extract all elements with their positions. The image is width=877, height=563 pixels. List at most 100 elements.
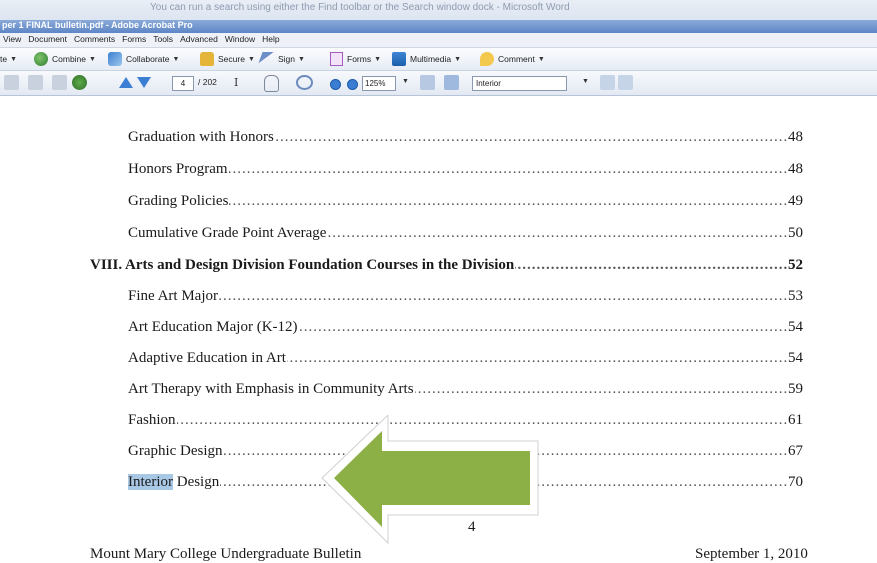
toc-entry-page: 53 bbox=[787, 288, 803, 305]
select-tool-icon[interactable]: I bbox=[234, 76, 238, 89]
chevron-down-icon[interactable]: ▼ bbox=[582, 78, 589, 85]
toc-entry-label: Art Therapy with Emphasis in Community A… bbox=[128, 381, 415, 398]
next-page-icon[interactable] bbox=[137, 77, 151, 88]
toc-entry[interactable]: ........................................… bbox=[128, 129, 803, 151]
toc-entry-page: 48 bbox=[787, 161, 803, 178]
find-previous-icon[interactable] bbox=[600, 75, 615, 90]
multimedia-label: Multimedia bbox=[410, 54, 452, 64]
page-number-input[interactable]: 4 bbox=[172, 76, 194, 91]
comment-bubble-icon bbox=[480, 52, 494, 66]
menu-tools[interactable]: Tools bbox=[150, 33, 177, 44]
combine-icon bbox=[34, 52, 48, 66]
menu-forms[interactable]: Forms bbox=[119, 33, 150, 44]
zoom-tool-icon[interactable] bbox=[296, 75, 313, 90]
film-icon bbox=[392, 52, 406, 66]
sign-button[interactable]: Sign ▼ bbox=[257, 51, 305, 67]
zoom-level-select[interactable]: 125% bbox=[362, 76, 396, 91]
toc-entry-page: 54 bbox=[787, 319, 803, 336]
toc-entry[interactable]: ........................................… bbox=[128, 288, 803, 310]
toc-entry-page: 61 bbox=[787, 412, 803, 429]
toc-entry-label: Graphic Design bbox=[128, 443, 224, 460]
secure-button[interactable]: Secure ▼ bbox=[200, 51, 255, 67]
lock-icon bbox=[200, 52, 214, 66]
comment-button[interactable]: Comment ▼ bbox=[480, 51, 545, 67]
form-icon bbox=[330, 52, 343, 66]
toc-entry-page: 50 bbox=[787, 225, 803, 242]
footer-title: Mount Mary College Undergraduate Bulleti… bbox=[90, 546, 362, 562]
print-icon[interactable] bbox=[4, 75, 19, 90]
zoom-out-icon[interactable] bbox=[330, 79, 341, 90]
collaborate-icon bbox=[108, 52, 122, 66]
footer-date: September 1, 2010 bbox=[695, 546, 808, 562]
toc-entry-page: 48 bbox=[787, 129, 803, 146]
toc-entry-label: Honors Program bbox=[128, 161, 229, 178]
chevron-down-icon: ▼ bbox=[537, 55, 545, 63]
window-titlebar[interactable]: per 1 FINAL bulletin.pdf - Adobe Acrobat… bbox=[0, 20, 877, 33]
toc-entry-label: Art Education Major (K-12) bbox=[128, 319, 299, 336]
toc-entry-label: Graduation with Honors bbox=[128, 129, 275, 146]
toc-entry-label: Fine Art Major bbox=[128, 288, 219, 305]
find-input[interactable]: Interior bbox=[472, 76, 567, 91]
menu-view[interactable]: View bbox=[0, 33, 25, 44]
secure-label: Secure bbox=[218, 54, 245, 64]
toc-section-heading[interactable]: ........................................… bbox=[90, 257, 803, 279]
background-window-titlebar: You can run a search using either the Fi… bbox=[0, 0, 877, 20]
navigation-toolbar: 4 / 202 I 125% ▼ Interior ▼ bbox=[0, 71, 877, 96]
search-highlight: Interior bbox=[128, 474, 173, 490]
zoom-in-icon[interactable] bbox=[347, 79, 358, 90]
sign-label: Sign bbox=[278, 54, 296, 64]
combine-label: Combine bbox=[52, 54, 87, 64]
fit-width-icon[interactable] bbox=[444, 75, 459, 90]
annotation-arrow bbox=[321, 415, 539, 545]
toc-entry[interactable]: ........................................… bbox=[128, 381, 803, 403]
chevron-down-icon: ▼ bbox=[172, 55, 180, 63]
chevron-down-icon: ▼ bbox=[10, 55, 18, 63]
chevron-down-icon: ▼ bbox=[454, 55, 462, 63]
toc-entry-page: 70 bbox=[787, 474, 803, 491]
email-icon[interactable] bbox=[52, 75, 67, 90]
toc-entry-label: VIII. Arts and Design Division Foundatio… bbox=[90, 257, 516, 274]
toc-entry-page: 67 bbox=[787, 443, 803, 460]
toc-entry-label: Grading Policies bbox=[128, 193, 230, 210]
toc-entry-page: 52 bbox=[787, 257, 803, 274]
pen-icon bbox=[257, 52, 277, 66]
menu-document[interactable]: Document bbox=[25, 33, 71, 44]
toc-entry[interactable]: ........................................… bbox=[128, 161, 803, 183]
collaborate-label: Collaborate bbox=[126, 54, 170, 64]
collaborate-button[interactable]: Collaborate ▼ bbox=[108, 51, 179, 67]
toc-entry-page: 49 bbox=[787, 193, 803, 210]
toc-entry-label: Adaptive Education in Art bbox=[128, 350, 287, 367]
toc-entry-label: Cumulative Grade Point Average bbox=[128, 225, 328, 242]
create-label: te bbox=[0, 54, 8, 64]
find-next-icon[interactable] bbox=[618, 75, 633, 90]
create-button[interactable]: te ▼ bbox=[0, 51, 17, 67]
tasks-toolbar: te ▼ Combine ▼ Collaborate ▼ Secure ▼ Si… bbox=[0, 48, 877, 71]
save-icon[interactable] bbox=[28, 75, 43, 90]
forms-label: Forms bbox=[347, 54, 372, 64]
globe-icon[interactable] bbox=[72, 75, 87, 90]
chevron-down-icon: ▼ bbox=[89, 55, 96, 63]
comment-label: Comment bbox=[498, 54, 535, 64]
menu-help[interactable]: Help bbox=[259, 33, 283, 44]
toc-entry-label: Fashion bbox=[128, 412, 177, 429]
toc-entry-page: 54 bbox=[787, 350, 803, 367]
toc-entry[interactable]: ........................................… bbox=[128, 350, 803, 372]
hand-tool-icon[interactable] bbox=[264, 75, 279, 92]
toc-entry[interactable]: ........................................… bbox=[128, 225, 803, 247]
chevron-down-icon: ▼ bbox=[374, 55, 382, 63]
multimedia-button[interactable]: Multimedia ▼ bbox=[392, 51, 461, 67]
chevron-down-icon: ▼ bbox=[298, 55, 305, 63]
chevron-down-icon[interactable]: ▼ bbox=[402, 78, 409, 85]
menu-comments[interactable]: Comments bbox=[71, 33, 119, 44]
toc-entry[interactable]: ........................................… bbox=[128, 193, 803, 215]
forms-button[interactable]: Forms ▼ bbox=[330, 51, 381, 67]
menu-advanced[interactable]: Advanced bbox=[177, 33, 222, 44]
page-number: 4 bbox=[468, 519, 476, 535]
window-title: per 1 FINAL bulletin.pdf - Adobe Acrobat… bbox=[2, 20, 193, 30]
menu-window[interactable]: Window bbox=[222, 33, 259, 44]
toc-entry[interactable]: ........................................… bbox=[128, 319, 803, 341]
fit-page-icon[interactable] bbox=[420, 75, 435, 90]
previous-page-icon[interactable] bbox=[119, 77, 133, 88]
toc-entry-label: Interior Design bbox=[128, 474, 221, 491]
combine-button[interactable]: Combine ▼ bbox=[34, 51, 96, 67]
